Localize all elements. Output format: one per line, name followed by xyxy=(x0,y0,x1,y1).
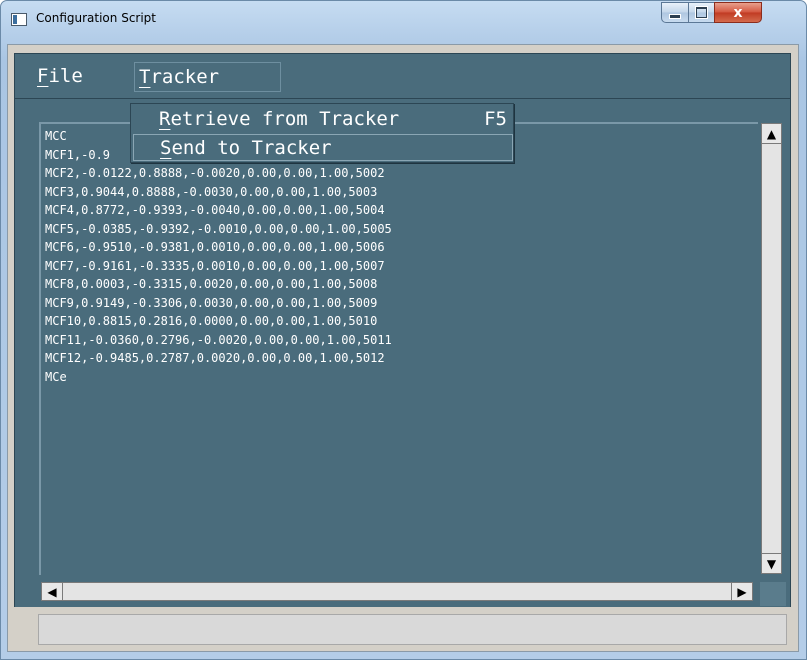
script-line: MCF2,-0.0122,0.8888,-0.0020,0.00,0.00,1.… xyxy=(45,166,385,180)
menu-bar: File Tracker xyxy=(14,53,791,99)
scroll-down-button[interactable]: ▼ xyxy=(761,553,782,574)
minimize-icon xyxy=(670,15,680,18)
script-line: MCF5,-0.0385,-0.9392,-0.0010,0.00,0.00,1… xyxy=(45,221,392,236)
vertical-scrollbar[interactable]: ▲ ▼ xyxy=(758,122,784,575)
scrollbar-corner xyxy=(760,582,786,606)
arrow-right-icon: ▶ xyxy=(737,584,747,599)
arrow-up-icon: ▲ xyxy=(766,126,777,141)
arrow-down-icon: ▼ xyxy=(766,556,777,571)
menu-item-send-to-tracker[interactable]: Send to Tracker xyxy=(133,134,513,161)
title-bar[interactable]: Configuration Script x xyxy=(1,1,806,45)
minimize-button[interactable] xyxy=(661,2,689,23)
script-textarea[interactable]: MCC MCF1,-0.9 MCF2,-0.0122,0.8888,-0.0020,… xyxy=(39,122,758,575)
script-lines: MCC MCF1,-0.9 MCF2,-0.0122,0.8888,-0.0020,… xyxy=(45,127,392,386)
close-icon: x xyxy=(733,4,743,21)
menu-item-label: etrieve from Tracker xyxy=(170,108,400,130)
horizontal-scrollbar[interactable]: ◀ ▶ xyxy=(39,580,757,602)
script-line: MCF6,-0.9510,-0.9381,0.0010,0.00,0.00,1.… xyxy=(45,240,385,254)
horizontal-scroll-track[interactable] xyxy=(63,582,731,601)
menu-tracker-label: racker xyxy=(150,66,220,88)
script-line: MCF9,0.9149,-0.3306,0.0030,0.00,0.00,1.0… xyxy=(45,295,378,310)
menu-tracker-mnemonic: T xyxy=(139,66,151,88)
menu-file-label: ile xyxy=(48,65,83,87)
tracker-dropdown-menu: Retrieve from Tracker F5 Send to Tracker xyxy=(130,103,514,163)
menu-tracker[interactable]: Tracker xyxy=(134,62,281,92)
vertical-scroll-track[interactable] xyxy=(761,144,782,553)
script-line: MCF3,0.9044,0.8888,-0.0030,0.00,0.00,1.0… xyxy=(45,184,378,199)
menu-file[interactable]: File xyxy=(33,62,87,92)
arrow-left-icon: ◀ xyxy=(47,584,57,599)
maximize-button[interactable] xyxy=(688,2,715,23)
menu-item-shortcut: F5 xyxy=(484,108,507,130)
script-line: MCe xyxy=(45,369,67,384)
menu-item-retrieve-from-tracker[interactable]: Retrieve from Tracker F5 xyxy=(133,106,513,133)
menu-item-mnemonic: S xyxy=(160,137,172,159)
script-line: MCF7,-0.9161,-0.3335,0.0010,0.00,0.00,1.… xyxy=(45,258,385,273)
script-line: MCF11,-0.0360,0.2796,-0.0020,0.00,0.00,1… xyxy=(45,332,392,347)
close-button[interactable]: x xyxy=(714,2,762,23)
scroll-left-button[interactable]: ◀ xyxy=(41,582,63,601)
status-bar xyxy=(38,614,787,645)
script-line: MCF12,-0.9485,0.2787,0.0020,0.00,0.00,1.… xyxy=(45,351,385,365)
menu-file-mnemonic: F xyxy=(37,65,49,87)
window-title: Configuration Script xyxy=(36,11,156,25)
scroll-up-button[interactable]: ▲ xyxy=(761,123,782,144)
scroll-right-button[interactable]: ▶ xyxy=(731,582,753,601)
app-icon[interactable] xyxy=(11,13,27,26)
script-line: MCF8,0.0003,-0.3315,0.0020,0.00,0.00,1.0… xyxy=(45,277,378,291)
menu-item-label: end to Tracker xyxy=(171,137,332,159)
menu-item-mnemonic: R xyxy=(159,108,171,130)
script-line: MCF4,0.8772,-0.9393,-0.0040,0.00,0.00,1.… xyxy=(45,203,385,217)
maximize-icon xyxy=(696,7,707,18)
script-line: MCF10,0.8815,0.2816,0.0000,0.00,0.00,1.0… xyxy=(45,314,378,328)
